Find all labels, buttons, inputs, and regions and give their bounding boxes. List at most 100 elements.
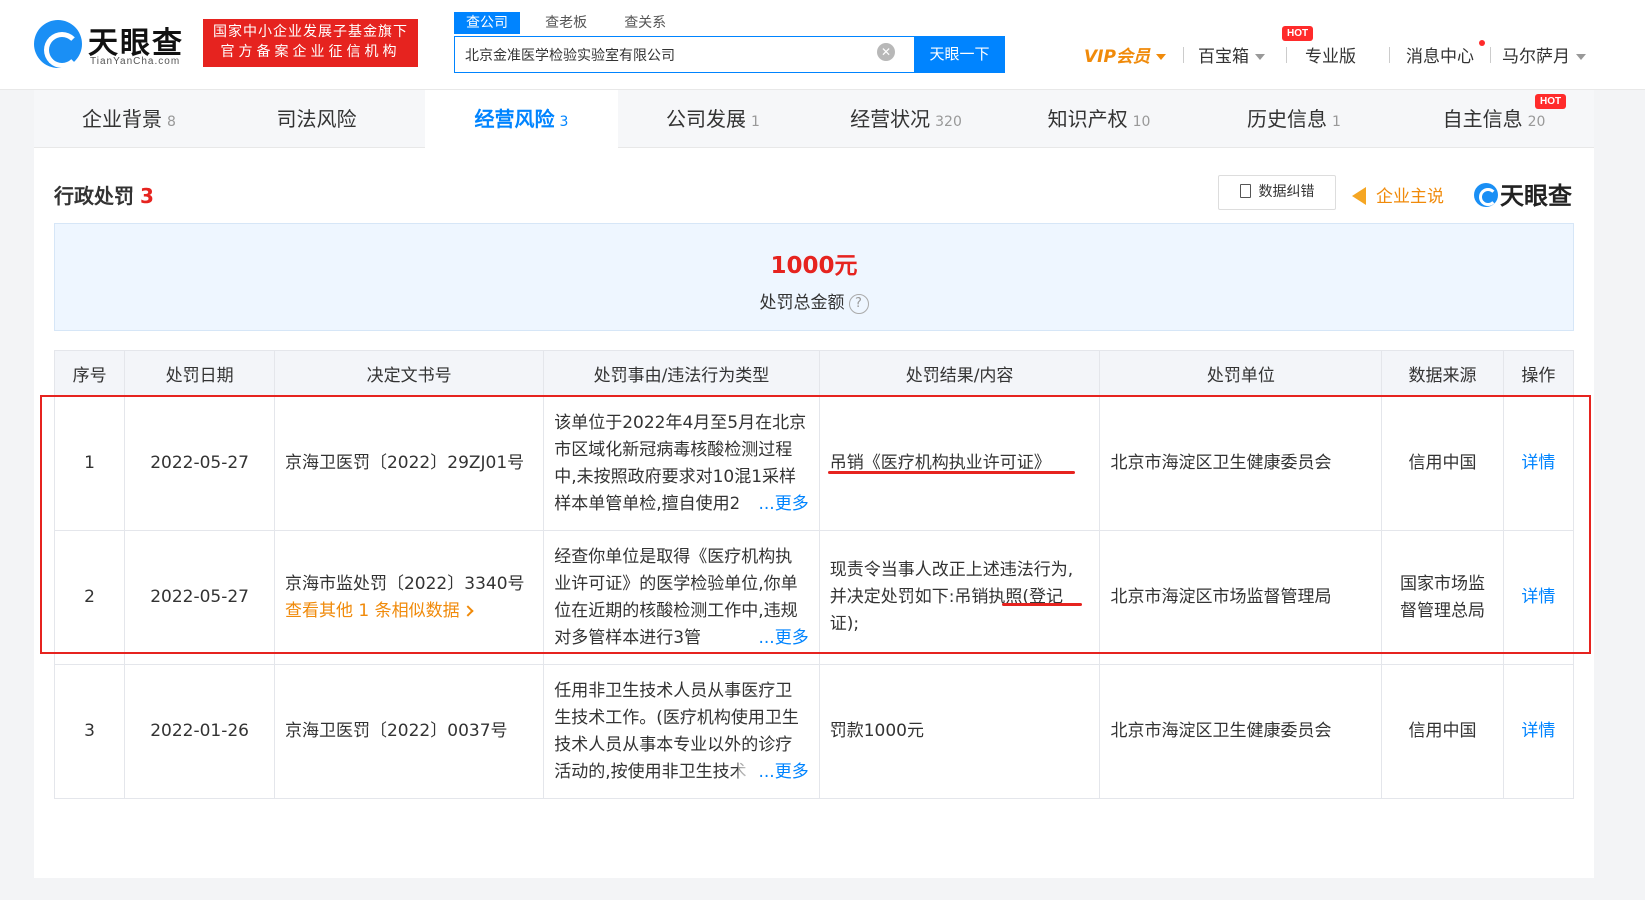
cell-reason: 任用非卫生技术人员从事医疗卫生技术工作。(医疗机构使用卫生技术人员从事本专业以外… (543, 664, 820, 799)
tab-label: 历史信息 (1247, 107, 1328, 131)
chevron-down-icon (1255, 54, 1265, 60)
toolbox-menu[interactable]: 百宝箱 (1198, 42, 1265, 67)
more-link[interactable]: ...更多 (738, 624, 809, 652)
tab-label: 司法风险 (276, 107, 357, 131)
tab-label: 自主信息 (1442, 107, 1523, 131)
col-header-reason: 处罚事由/违法行为类型 (543, 350, 820, 397)
tab-count: 1 (751, 114, 760, 130)
cell-no: 2 (53, 530, 126, 665)
reason-text-wrap: 经查你单位是取得《医疗机构执业许可证》的医学检验单位,你单位在近期的核酸检测工作… (554, 544, 809, 652)
total-amount-label-text: 处罚总金额 (759, 293, 845, 313)
result-text: 现责令当事人改正上述违法行为,并决定处罚如下:吊销执照(登记证); (829, 560, 1074, 634)
highlight-underline (1002, 603, 1082, 606)
search-tab-relation[interactable]: 查关系 (612, 12, 678, 34)
logo-mark-icon (34, 20, 82, 68)
nav-divider (1490, 47, 1491, 63)
doc-number: 京海市监处罚〔2022〕3340号 (284, 573, 525, 594)
tab-label: 经营风险 (474, 107, 555, 131)
cell-no: 3 (53, 664, 126, 799)
result-text: 吊销《医疗机构执业许可证》 (829, 453, 1051, 473)
tab-count: 3 (559, 114, 569, 130)
cell-authority: 北京市海淀区市场监督管理局 (1099, 530, 1383, 665)
detail-link[interactable]: 详情 (1521, 587, 1555, 607)
tab-label: 经营状况 (850, 107, 931, 131)
col-header-source: 数据来源 (1381, 350, 1504, 397)
top-header: 天眼查 TianYanCha.com 国家中小企业发展子基金旗下 官方备案企业征… (0, 0, 1645, 90)
chevron-down-icon (1576, 54, 1586, 60)
tab-company-development[interactable]: 公司发展 1 (618, 90, 808, 148)
highlight-underline (828, 471, 1075, 474)
penalty-summary: 1000元 处罚总金额? (54, 223, 1574, 331)
unread-dot (1479, 40, 1485, 46)
nav-divider (1286, 47, 1287, 63)
cell-result: 罚款1000元 (818, 664, 1101, 799)
cell-reason: 经查你单位是取得《医疗机构执业许可证》的医学检验单位,你单位在近期的核酸检测工作… (543, 530, 820, 665)
user-menu[interactable]: 马尔萨月 (1502, 42, 1586, 67)
similar-data-link[interactable]: 查看其他 1 条相似数据 (285, 598, 533, 625)
tab-count: 10 (1132, 114, 1151, 130)
cell-action: 详情 (1502, 530, 1575, 665)
tab-count: 8 (167, 114, 176, 130)
official-badge: 国家中小企业发展子基金旗下 官方备案企业征信机构 (203, 19, 418, 67)
pro-version-link[interactable]: 专业版 (1305, 42, 1356, 67)
company-claim-label: 企业主说 (1376, 187, 1444, 207)
admin-penalty-panel: 行政处罚 3 数据纠错 企业主说 天眼查 1000元 处罚总金额? 序号 处罚日期… (34, 148, 1594, 878)
clear-search-icon[interactable]: ✕ (877, 43, 895, 61)
more-link[interactable]: ...更多 (738, 758, 809, 786)
cell-result: 吊销《医疗机构执业许可证》 (818, 396, 1101, 531)
nav-divider (1389, 47, 1390, 63)
search-button[interactable]: 天眼一下 (914, 36, 1005, 73)
tab-company-background[interactable]: 企业背景 8 (34, 90, 224, 148)
tab-judicial-risk[interactable]: 司法风险 (224, 90, 414, 148)
tab-intellectual-property[interactable]: 知识产权 10 (1004, 90, 1194, 148)
megaphone-icon (1352, 187, 1366, 205)
nav-divider (1183, 47, 1184, 63)
tab-history-info[interactable]: 历史信息 1 (1194, 90, 1394, 148)
message-center-link[interactable]: 消息中心 (1406, 42, 1474, 67)
search-input[interactable] (455, 37, 895, 72)
cell-doc: 京海卫医罚〔2022〕29ZJ01号 (273, 396, 545, 531)
table-row: 1 2022-05-27 京海卫医罚〔2022〕29ZJ01号 该单位于2022… (53, 396, 1575, 531)
vip-label: VIP会员 (1084, 47, 1150, 67)
tab-count: 1 (1332, 114, 1341, 130)
reason-text-wrap: 任用非卫生技术人员从事医疗卫生技术工作。(医疗机构使用卫生技术人员从事本专业以外… (554, 678, 809, 786)
search-tab-company[interactable]: 查公司 (454, 12, 520, 34)
brand-text: 天眼查 (1500, 182, 1572, 210)
cell-source: 信用中国 (1381, 664, 1504, 799)
reason-text-wrap: 该单位于2022年4月至5月在北京市区域化新冠病毒核酸检测过程中,未按照政府要求… (554, 410, 809, 518)
detail-link[interactable]: 详情 (1521, 721, 1555, 741)
logo-subtext: TianYanCha.com (90, 56, 181, 67)
table-row: 3 2022-01-26 京海卫医罚〔2022〕0037号 任用非卫生技术人员从… (53, 664, 1575, 799)
tab-business-status[interactable]: 经营状况 320 (808, 90, 1004, 148)
more-link[interactable]: ...更多 (738, 490, 809, 518)
user-name: 马尔萨月 (1502, 47, 1570, 67)
cell-authority: 北京市海淀区卫生健康委员会 (1099, 396, 1383, 531)
cell-doc: 京海卫医罚〔2022〕0037号 (273, 664, 545, 799)
site-logo[interactable]: 天眼查 TianYanCha.com (34, 16, 194, 72)
cell-reason: 该单位于2022年4月至5月在北京市区域化新冠病毒核酸检测过程中,未按照政府要求… (543, 396, 820, 531)
company-claim-link[interactable]: 企业主说 (1352, 182, 1444, 207)
col-header-result: 处罚结果/内容 (818, 350, 1101, 397)
tab-operating-risk[interactable]: 经营风险 3 (425, 90, 618, 148)
question-circle-icon[interactable]: ? (848, 294, 869, 314)
col-header-doc: 决定文书号 (273, 350, 545, 397)
col-header-no: 序号 (53, 350, 126, 397)
table-header-row: 序号 处罚日期 决定文书号 处罚事由/违法行为类型 处罚结果/内容 处罚单位 数… (53, 350, 1575, 397)
toolbox-label: 百宝箱 (1198, 47, 1249, 67)
vip-menu[interactable]: VIP会员 (1084, 42, 1166, 67)
total-amount-label: 处罚总金额? (55, 288, 1573, 314)
brand-watermark: 天眼查 (1474, 176, 1572, 211)
detail-link[interactable]: 详情 (1521, 453, 1555, 473)
section-title-text: 行政处罚 (54, 184, 134, 208)
search-tab-boss[interactable]: 查老板 (533, 12, 599, 34)
logo-mark-icon (1474, 183, 1498, 207)
col-header-action: 操作 (1502, 350, 1575, 397)
cell-no: 1 (53, 396, 126, 531)
tab-label: 公司发展 (666, 107, 747, 131)
tab-label: 知识产权 (1047, 107, 1128, 131)
tab-count: 320 (935, 114, 962, 130)
document-icon (1239, 184, 1251, 198)
badge-line-1: 国家中小企业发展子基金旗下 (213, 24, 408, 40)
data-correction-button[interactable]: 数据纠错 (1218, 175, 1336, 210)
section-title: 行政处罚 3 (54, 180, 154, 209)
